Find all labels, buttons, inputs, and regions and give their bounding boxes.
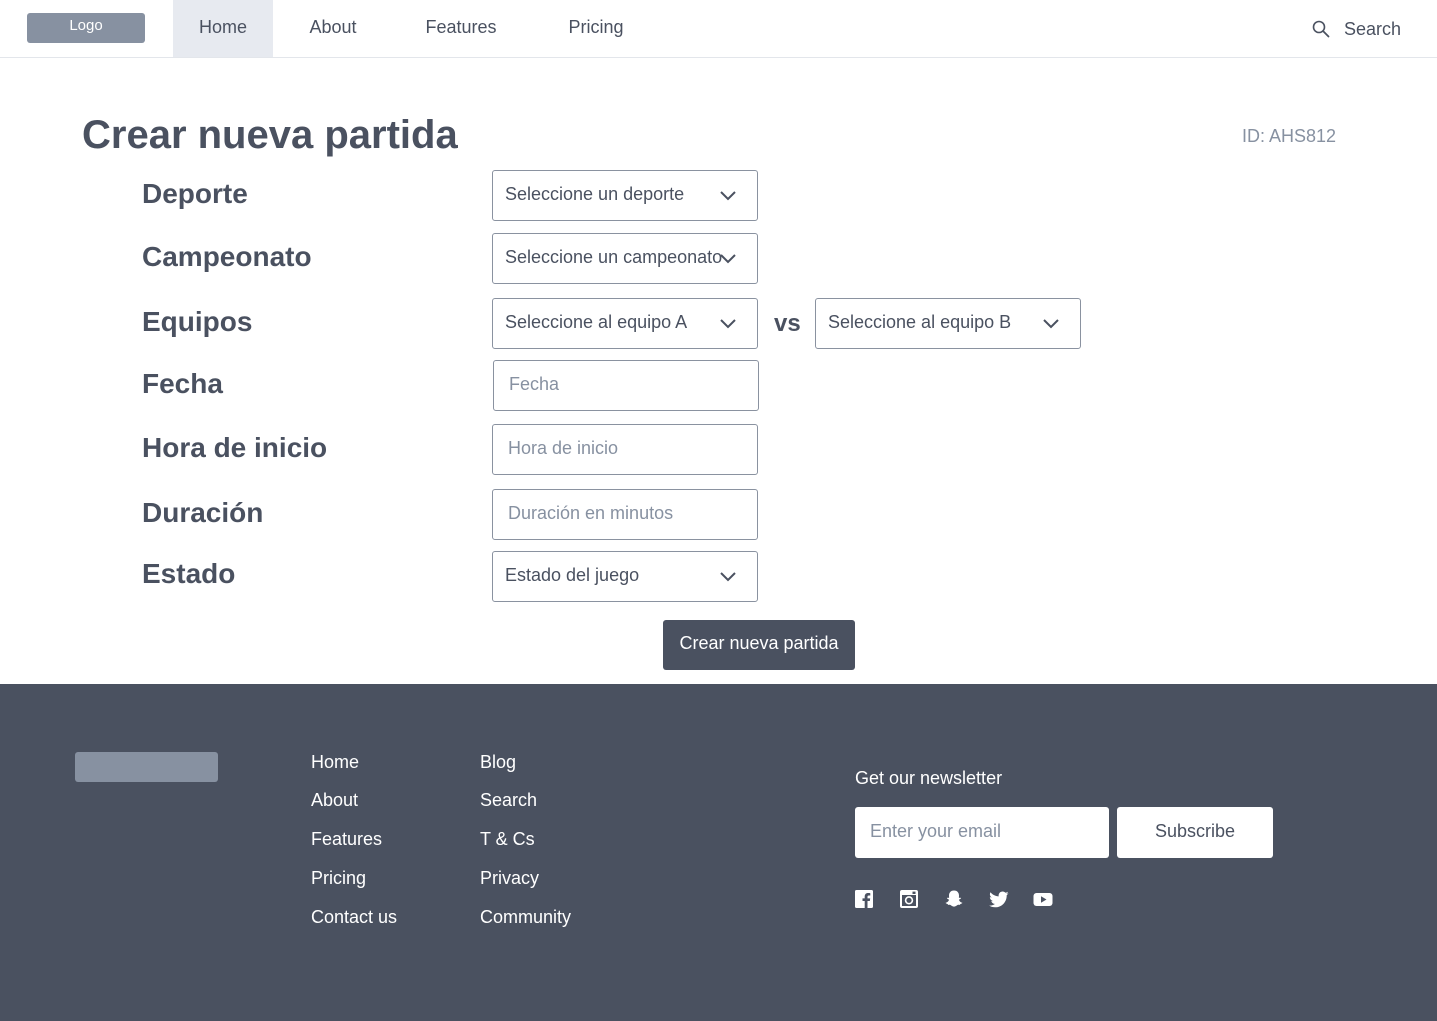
footer-link-contact[interactable]: Contact us xyxy=(311,907,397,928)
search-label: Search xyxy=(1343,18,1401,39)
label-estado: Estado xyxy=(142,558,236,589)
label-campeonato: Campeonato xyxy=(142,241,312,272)
email-field[interactable]: Enter your email xyxy=(855,807,1109,858)
select-team-a[interactable]: Seleccione al equipo A xyxy=(492,298,758,349)
input-fecha[interactable]: Fecha xyxy=(493,360,759,411)
top-navbar: Logo Home About Features Pricing Search xyxy=(0,0,1437,58)
select-deporte-value: Seleccione un deporte xyxy=(505,184,685,204)
label-fecha: Fecha xyxy=(142,368,223,399)
nav-about[interactable]: About xyxy=(293,0,373,57)
logo[interactable]: Logo xyxy=(27,13,145,43)
youtube-icon[interactable] xyxy=(1032,888,1054,910)
label-duracion: Duración xyxy=(142,497,264,528)
vs-label: vs xyxy=(774,310,801,337)
footer-link-about[interactable]: About xyxy=(311,790,358,811)
input-hora-inicio[interactable]: Hora de inicio xyxy=(492,424,758,475)
footer-link-blog[interactable]: Blog xyxy=(480,752,516,773)
footer: Home About Features Pricing Contact us B… xyxy=(0,684,1437,1021)
footer-link-pricing[interactable]: Pricing xyxy=(311,868,366,889)
facebook-icon[interactable] xyxy=(853,888,875,910)
footer-logo[interactable] xyxy=(75,752,218,782)
chevron-down-icon xyxy=(1043,319,1059,329)
subscribe-button[interactable]: Subscribe xyxy=(1117,807,1273,858)
newsletter-title: Get our newsletter xyxy=(855,768,1003,788)
footer-link-privacy[interactable]: Privacy xyxy=(480,868,539,889)
chevron-down-icon xyxy=(720,572,736,582)
chevron-down-icon xyxy=(720,191,736,201)
select-campeonato[interactable]: Seleccione un campeonato xyxy=(492,233,758,284)
footer-link-community[interactable]: Community xyxy=(480,907,571,928)
snapchat-icon[interactable] xyxy=(943,888,965,910)
footer-link-features[interactable]: Features xyxy=(311,829,382,850)
twitter-icon[interactable] xyxy=(988,888,1010,910)
footer-link-search[interactable]: Search xyxy=(480,790,537,811)
nav-pricing[interactable]: Pricing xyxy=(551,0,641,57)
select-campeonato-value: Seleccione un campeonato xyxy=(505,247,723,267)
input-duracion[interactable]: Duración en minutos xyxy=(492,489,758,540)
chevron-down-icon xyxy=(720,254,736,264)
chevron-down-icon xyxy=(720,319,736,329)
label-equipos: Equipos xyxy=(142,306,253,337)
footer-link-home[interactable]: Home xyxy=(311,752,359,773)
create-match-button[interactable]: Crear nueva partida xyxy=(663,620,855,670)
nav-home[interactable]: Home xyxy=(173,0,273,57)
nav-features[interactable]: Features xyxy=(411,0,511,57)
select-deporte[interactable]: Seleccione un deporte xyxy=(492,170,758,221)
select-team-b-value: Seleccione al equipo B xyxy=(828,312,1012,332)
footer-link-terms[interactable]: T & Cs xyxy=(480,829,535,850)
select-estado-value: Estado del juego xyxy=(505,565,640,585)
select-team-b[interactable]: Seleccione al equipo B xyxy=(815,298,1081,349)
select-team-a-value: Seleccione al equipo A xyxy=(505,312,688,332)
label-hora-inicio: Hora de inicio xyxy=(142,432,328,463)
search-button[interactable]: Search xyxy=(1312,0,1401,57)
match-id: ID: AHS812 xyxy=(1242,126,1337,146)
search-icon xyxy=(1312,20,1330,37)
select-estado[interactable]: Estado del juego xyxy=(492,551,758,602)
instagram-icon[interactable] xyxy=(898,888,920,910)
label-deporte: Deporte xyxy=(142,178,248,209)
page-title: Crear nueva partida xyxy=(82,113,458,157)
